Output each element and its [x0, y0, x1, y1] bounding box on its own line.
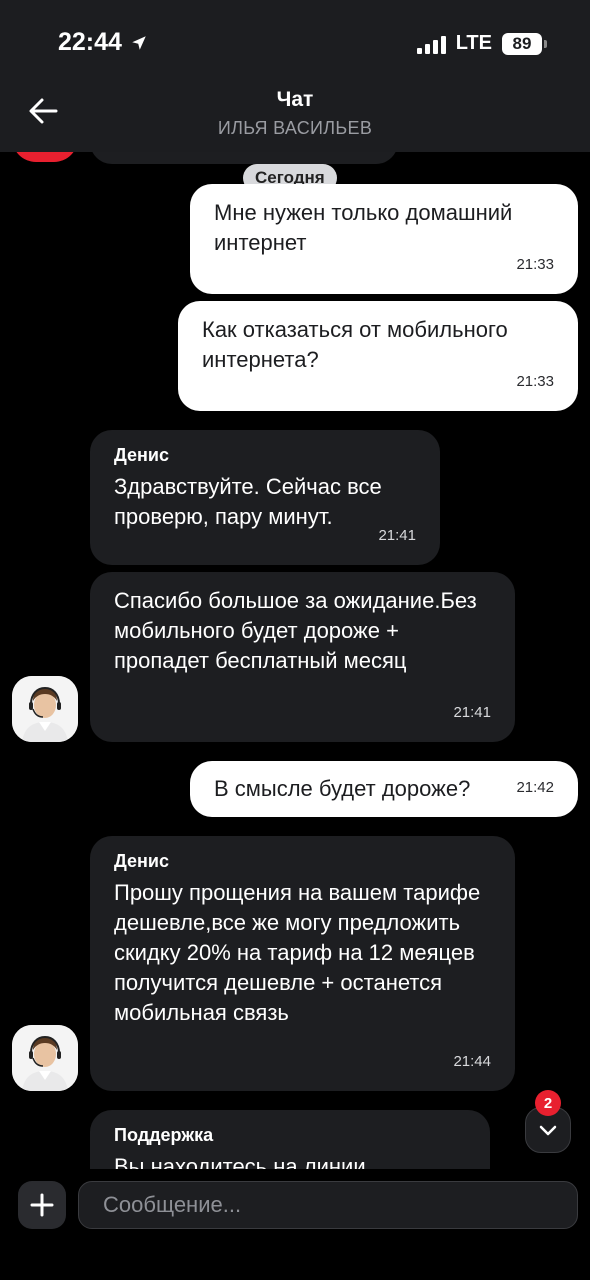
message-text: Спасибо большое за ожидание.Без мобильно…	[114, 588, 477, 673]
status-indicators: LTE 89	[416, 32, 547, 55]
location-arrow-icon	[132, 35, 146, 50]
signal-icon	[416, 34, 446, 54]
message-text: Прошу прощения на вашем тарифе дешевле,в…	[114, 880, 481, 1025]
sender-name: Поддержка	[114, 1125, 214, 1145]
sender-name: Денис	[114, 445, 170, 465]
previous-message-bubble	[90, 152, 398, 164]
message-text: Мне нужен только домашний интернет	[214, 200, 513, 255]
message-time: 21:42	[516, 779, 554, 796]
agent-avatar	[12, 676, 78, 742]
incoming-message[interactable]: Денис Прошу прощения на вашем тарифе деш…	[90, 836, 515, 1091]
top-bar: 22:44 LTE 89 Чат ИЛЬЯ ВАСИЛЬЕВ	[0, 0, 590, 152]
chat-subtitle: ИЛЬЯ ВАСИЛЬЕВ	[217, 118, 373, 138]
message-text: В смысле будет дороже?	[214, 776, 471, 801]
chat-title: Чат	[276, 88, 314, 111]
status-time: 22:44	[58, 28, 122, 56]
message-text: Как отказаться от мобильного интернета?	[202, 317, 508, 372]
composer	[0, 1169, 590, 1280]
chat-feed[interactable]: Сегодня Мне нужен только домашний интерн…	[0, 152, 590, 1169]
message-time: 21:41	[453, 704, 491, 721]
message-time: 21:33	[516, 256, 554, 273]
incoming-message[interactable]: Денис Здравствуйте. Сейчас все проверю, …	[90, 430, 440, 565]
message-time: 21:41	[378, 527, 416, 544]
plus-icon	[30, 1193, 54, 1217]
chevron-down-icon	[539, 1125, 557, 1136]
brand-avatar	[12, 152, 78, 162]
outgoing-message[interactable]: Мне нужен только домашний интернет 21:33	[190, 184, 578, 294]
sender-name: Денис	[114, 851, 170, 871]
message-input[interactable]	[78, 1181, 578, 1229]
incoming-message[interactable]: Поддержка Вы находитесь на линии	[90, 1110, 490, 1169]
message-text: Здравствуйте. Сейчас все проверю, пару м…	[114, 474, 382, 529]
incoming-message[interactable]: Спасибо большое за ожидание.Без мобильно…	[90, 572, 515, 742]
agent-avatar-icon	[12, 1025, 78, 1091]
message-time: 21:33	[516, 373, 554, 390]
message-text: Вы находитесь на линии	[114, 1154, 366, 1169]
agent-avatar-icon	[12, 676, 78, 742]
outgoing-message[interactable]: В смысле будет дороже? 21:42	[190, 761, 578, 817]
attach-button[interactable]	[18, 1181, 66, 1229]
message-time: 21:44	[453, 1053, 491, 1070]
status-time-group: 22:44	[58, 28, 148, 57]
battery-level: 89	[512, 33, 532, 53]
battery-icon: 89	[502, 32, 547, 55]
agent-avatar	[12, 1025, 78, 1091]
network-type: LTE	[455, 32, 492, 54]
outgoing-message[interactable]: Как отказаться от мобильного интернета? …	[178, 301, 578, 411]
unread-badge: 2	[535, 1090, 561, 1116]
